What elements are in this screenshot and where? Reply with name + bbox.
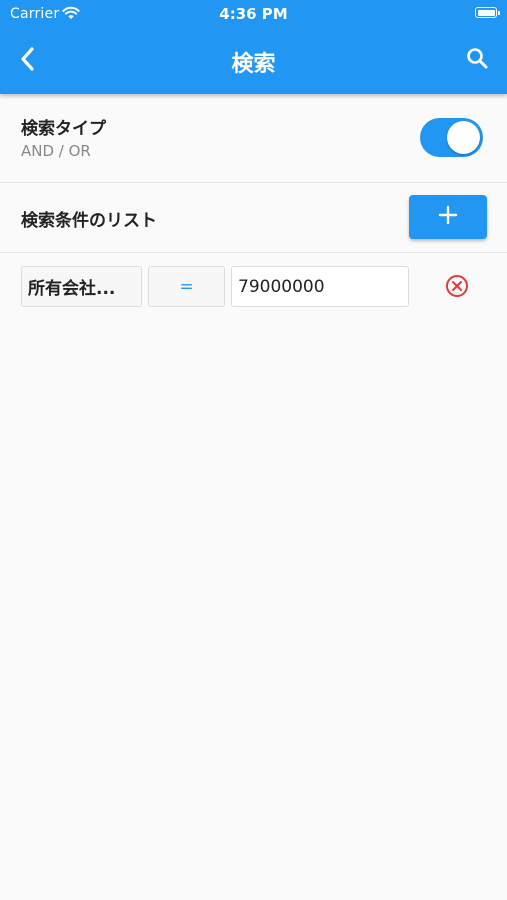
search-type-subtitle: AND / OR [21,142,91,160]
navigation-bar: 検索 [0,28,507,94]
search-type-title: 検索タイプ [21,119,106,139]
condition-list-header: 検索条件のリスト [0,183,507,253]
condition-field-select[interactable]: 所有会社... [21,266,142,307]
add-condition-button[interactable] [409,195,487,239]
condition-value-input[interactable]: 79000000 [231,266,409,307]
search-screen: Carrier 4:36 PM 検索 検索タイプ AND / OR 検索条件のリ… [0,0,507,900]
page-title: 検索 [231,52,276,77]
app-bar: Carrier 4:36 PM 検索 [0,0,507,94]
search-type-row: 検索タイプ AND / OR [0,94,507,183]
battery-icon [475,7,500,18]
status-bar: Carrier 4:36 PM [0,0,507,28]
toggle-knob [447,121,480,154]
cancel-circle-icon [445,274,469,302]
plus-icon [438,205,458,229]
condition-list-title: 検索条件のリスト [21,211,157,231]
search-icon [466,47,488,73]
search-button[interactable] [459,42,495,78]
condition-operator-select[interactable]: = [148,266,225,307]
remove-condition-button[interactable] [444,275,470,301]
search-type-toggle[interactable] [420,118,483,157]
status-time: 4:36 PM [219,5,288,23]
